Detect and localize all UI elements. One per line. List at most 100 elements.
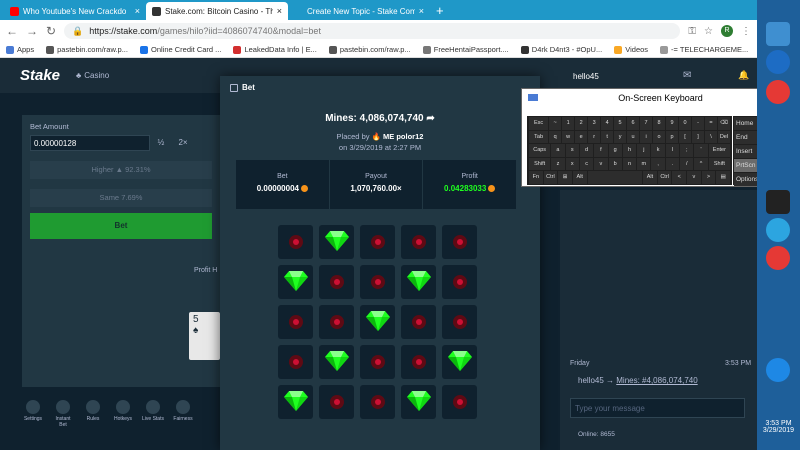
clock-date[interactable]: 3/29/2019 [757, 427, 800, 434]
osk-key[interactable]: Enter [708, 144, 731, 157]
bookmark-item[interactable]: FreeHentaiPassport.... [422, 45, 509, 54]
share-icon[interactable]: ➦ [426, 113, 434, 124]
footer-hotkeys[interactable]: Hotkeys [112, 400, 134, 428]
browser-tab[interactable]: Who Youtube's New Crackdo × [4, 2, 146, 20]
stake-logo[interactable]: Stake [20, 67, 60, 84]
osk-key[interactable]: o [653, 130, 666, 143]
profile-icon[interactable]: R [721, 25, 733, 37]
osk-key[interactable]: w [562, 130, 575, 143]
chat-message[interactable]: Mines: #4,086,074,740 [616, 376, 697, 385]
osk-key[interactable]: 4 [601, 117, 614, 130]
osk-key[interactable]: - [692, 117, 704, 130]
osk-key[interactable]: 2 [575, 117, 588, 130]
osk-key[interactable]: 6 [627, 117, 640, 130]
osk-key[interactable]: Esc [529, 117, 549, 130]
osk-key[interactable]: p [666, 130, 679, 143]
edge-icon[interactable] [766, 50, 790, 74]
tab-close-icon[interactable]: × [419, 6, 424, 16]
menu-icon[interactable]: ⋮ [741, 26, 751, 37]
osk-key[interactable]: ; [680, 144, 694, 157]
osk-key[interactable]: m [637, 157, 651, 170]
chrome-icon-2[interactable] [766, 246, 790, 270]
reload-icon[interactable]: ↻ [46, 24, 56, 38]
osk-key[interactable]: x [565, 157, 579, 170]
url-field[interactable]: 🔒 https://stake.com/games/hilo?iid=40860… [64, 23, 681, 39]
osk-key[interactable]: > [701, 171, 716, 184]
osk-key[interactable]: v [594, 157, 608, 170]
key-icon[interactable]: ⚿ [688, 26, 696, 37]
osk-key[interactable]: u [627, 130, 640, 143]
half-button[interactable]: ½ [150, 135, 172, 151]
osk-key[interactable]: s [565, 144, 579, 157]
osk-key[interactable]: Ctrl [543, 171, 558, 184]
telegram-icon[interactable] [766, 218, 790, 242]
osk-key[interactable]: 3 [588, 117, 601, 130]
osk-key[interactable]: Ctrl [657, 171, 672, 184]
username[interactable]: hello45 [573, 72, 599, 81]
osk-key[interactable]: h [622, 144, 637, 157]
osk-key[interactable]: ] [692, 130, 704, 143]
bell-icon[interactable]: 🔔 [738, 70, 749, 81]
browser-tab[interactable]: Stake.com: Bitcoin Casino - The I × [146, 2, 288, 20]
osk-key[interactable]: b [608, 157, 622, 170]
osk-key[interactable]: , [651, 157, 665, 170]
bookmark-item[interactable]: Videos [614, 45, 648, 54]
osk-key[interactable]: r [588, 130, 601, 143]
osk-key[interactable]: n [622, 157, 637, 170]
osk-key[interactable]: t [601, 130, 614, 143]
osk-key[interactable]: < [672, 171, 687, 184]
chrome-icon[interactable] [766, 80, 790, 104]
osk-key[interactable]: 0 [679, 117, 691, 130]
osk-key[interactable]: Alt [572, 171, 587, 184]
placed-by-user[interactable]: ME polor12 [383, 132, 423, 141]
osk-key[interactable]: Tab [529, 130, 549, 143]
osk-key[interactable]: v [687, 171, 701, 184]
same-button[interactable]: Same 7.69% [30, 189, 212, 207]
osk-key[interactable] [587, 171, 643, 184]
osk-key[interactable]: / [680, 157, 694, 170]
osk-key[interactable]: k [651, 144, 665, 157]
footer-settings[interactable]: Settings [22, 400, 44, 428]
footer-fairness[interactable]: Fairness [172, 400, 194, 428]
bookmark-item[interactable]: -= TELECHARGEME... [660, 45, 748, 54]
osk-key[interactable]: d [579, 144, 594, 157]
nav-casino[interactable]: ♣ Casino [76, 71, 109, 80]
osk-key[interactable]: 7 [640, 117, 653, 130]
osk-key[interactable]: ▤ [716, 171, 730, 184]
star-icon[interactable]: ☆ [704, 26, 713, 37]
chat-input[interactable]: Type your message [570, 398, 745, 418]
osk-key[interactable]: 1 [562, 117, 575, 130]
osk-key[interactable]: = [704, 117, 717, 130]
bookmark-item[interactable]: Apps [6, 45, 34, 54]
bookmark-item[interactable]: pastebin.com/raw.p... [46, 45, 128, 54]
higher-button[interactable]: Higher ▲ 92.31% [30, 161, 212, 179]
osk-key[interactable]: e [575, 130, 588, 143]
clock-time[interactable]: 3:53 PM [757, 420, 800, 427]
osk-key[interactable]: y [614, 130, 627, 143]
osk-key[interactable]: [ [679, 130, 691, 143]
osk-key[interactable]: ' [694, 144, 708, 157]
new-tab-icon[interactable]: + [436, 3, 444, 18]
chat-user[interactable]: hello45 [578, 376, 604, 385]
mail-icon[interactable]: ✉ [683, 70, 691, 81]
bookmark-item[interactable]: LeakedData Info | E... [233, 45, 317, 54]
osk-key[interactable]: g [608, 144, 622, 157]
double-button[interactable]: 2× [172, 135, 194, 151]
osk-key[interactable]: Shift [529, 157, 551, 170]
osk-key[interactable]: a [551, 144, 565, 157]
osk-key[interactable]: ^ [694, 157, 708, 170]
osk-key[interactable]: q [549, 130, 562, 143]
osk-key[interactable]: Del [717, 130, 730, 143]
osk-key[interactable]: Caps [529, 144, 551, 157]
osk-key[interactable]: Shift [708, 157, 731, 170]
explorer-icon[interactable] [766, 22, 790, 46]
osk-key[interactable]: z [551, 157, 565, 170]
osk-key[interactable]: \ [704, 130, 717, 143]
footer-instant-bet[interactable]: Instant Bet [52, 400, 74, 428]
bookmark-item[interactable]: pastebin.com/raw.p... [328, 45, 411, 54]
osk-key[interactable]: 5 [614, 117, 627, 130]
bookmark-item[interactable]: D4rk D4nt3 - #OpU... [520, 45, 602, 54]
osk-key[interactable]: 8 [653, 117, 666, 130]
bet-amount-input[interactable]: 0.00000128 [30, 135, 150, 151]
osk-key[interactable]: Alt [643, 171, 657, 184]
